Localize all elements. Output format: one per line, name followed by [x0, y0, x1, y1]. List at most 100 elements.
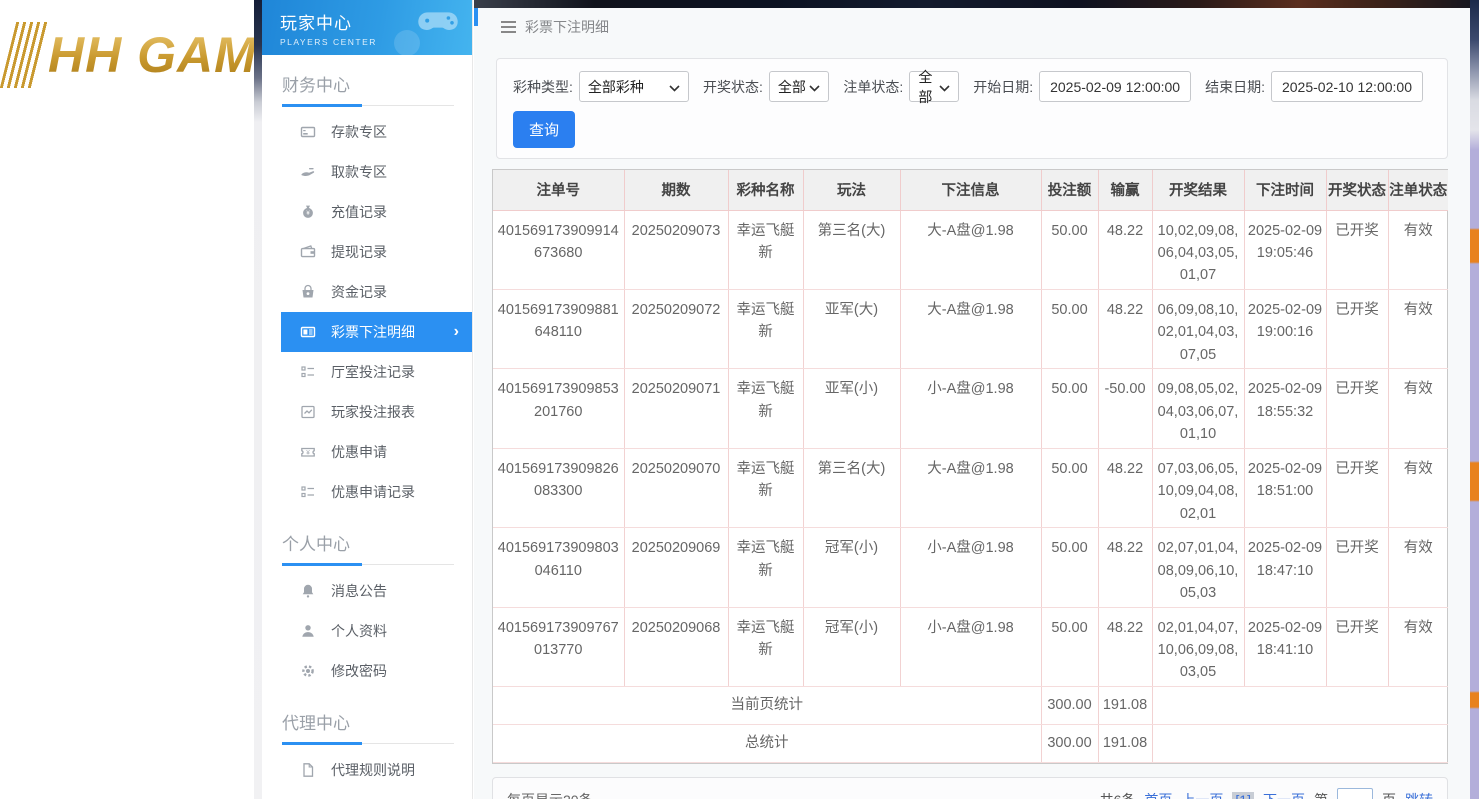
jump-link[interactable]: 跳转: [1405, 790, 1433, 799]
sidebar-item-change-password[interactable]: 修改密码: [262, 651, 472, 691]
start-date-input[interactable]: [1039, 71, 1191, 102]
total-count-label: 共6条: [1100, 790, 1136, 799]
cell-bet-amount: 50.00: [1041, 528, 1098, 607]
chevron-down-icon: [669, 79, 680, 95]
moneybag-icon: ¥: [300, 204, 316, 220]
cell-draw-status: 已开奖: [1326, 210, 1388, 289]
coupon-icon: ¥: [300, 444, 316, 460]
cell-play-type: 第三名(大): [803, 448, 900, 527]
cell-win-loss: 48.22: [1098, 607, 1152, 686]
cell-draw-result: 02,07,01,04,08,09,06,10,05,03: [1152, 528, 1244, 607]
sidebar-item-label: 提现记录: [331, 242, 387, 262]
sidebar-item-recharge-record[interactable]: ¥ 充值记录: [262, 192, 472, 232]
sidebar-item-player-bet-report[interactable]: 玩家投注报表: [262, 392, 472, 432]
cell-play-type: 冠军(小): [803, 528, 900, 607]
cell-play-type: 冠军(小): [803, 607, 900, 686]
page-stats-winloss-total: 191.08: [1098, 686, 1152, 724]
sidebar-item-withdraw[interactable]: 取款专区: [262, 152, 472, 192]
query-button[interactable]: 查询: [513, 111, 575, 148]
cell-lottery-name: 幸运飞艇新: [728, 369, 803, 448]
section-title-agent: 代理中心: [282, 709, 454, 744]
sidebar-item-lottery-bet-details[interactable]: 彩票下注明细 ›: [281, 312, 472, 352]
cell-bet-time: 2025-02-09 18:47:10: [1244, 528, 1326, 607]
cell-bet-amount: 50.00: [1041, 210, 1098, 289]
section-title-finance: 财务中心: [282, 71, 454, 106]
bet-details-table-panel: 注单号 期数 彩种名称 玩法 下注信息 投注额 输赢 开奖结果 下注时间 开奖状…: [492, 169, 1448, 764]
col-period: 期数: [624, 170, 728, 210]
cell-order-id: 401569173909767013770: [493, 607, 624, 686]
total-stats-winloss-total: 191.08: [1098, 724, 1152, 762]
sidebar-item-label: 厅室投注记录: [331, 362, 415, 382]
next-page-link[interactable]: 下一页: [1263, 790, 1305, 799]
page-stats-bet-total: 300.00: [1041, 686, 1098, 724]
total-stats-bet-total: 300.00: [1041, 724, 1098, 762]
cell-order-status: 有效: [1388, 289, 1448, 368]
cell-bet-time: 2025-02-09 18:55:32: [1244, 369, 1326, 448]
cell-order-status: 有效: [1388, 607, 1448, 686]
page-stats-row: 当前页统计 300.00 191.08: [493, 686, 1448, 724]
bell-icon: [300, 583, 316, 599]
sidebar-item-promo-apply[interactable]: ¥ 优惠申请: [262, 432, 472, 472]
sidebar-item-agent-rules[interactable]: 代理规则说明: [262, 750, 472, 790]
col-order-status: 注单状态: [1388, 170, 1448, 210]
col-bet-amount: 投注额: [1041, 170, 1098, 210]
cell-bet-info: 小-A盘@1.98: [900, 528, 1041, 607]
logo-stripes-decoration: [0, 22, 50, 88]
sidebar-item-label: 存款专区: [331, 122, 387, 142]
cell-win-loss: 48.22: [1098, 528, 1152, 607]
bet-details-table: 注单号 期数 彩种名称 玩法 下注信息 投注额 输赢 开奖结果 下注时间 开奖状…: [493, 170, 1448, 763]
cell-draw-result: 09,08,05,02,04,03,06,07,01,10: [1152, 369, 1244, 448]
total-stats-empty: [1152, 724, 1448, 762]
svg-text:¥: ¥: [306, 450, 310, 457]
chevron-down-icon: [939, 79, 950, 95]
cell-order-id: 401569173909853201760: [493, 369, 624, 448]
cell-bet-time: 2025-02-09 18:41:10: [1244, 607, 1326, 686]
cell-win-loss: 48.22: [1098, 289, 1152, 368]
lottery-type-value: 全部彩种: [588, 77, 644, 97]
cell-period: 20250209072: [624, 289, 728, 368]
per-page-label: 每页显示20条: [507, 790, 593, 799]
sidebar-item-promo-apply-record[interactable]: 优惠申请记录: [262, 472, 472, 512]
prev-page-link[interactable]: 上一页: [1181, 790, 1223, 799]
sidebar-item-withdraw-record[interactable]: 提现记录: [262, 232, 472, 272]
col-draw-status: 开奖状态: [1326, 170, 1388, 210]
lottery-type-select[interactable]: 全部彩种: [579, 71, 689, 102]
hamburger-menu-icon[interactable]: [501, 21, 516, 33]
order-status-value: 全部: [918, 67, 939, 107]
col-draw-result: 开奖结果: [1152, 170, 1244, 210]
page-suffix-label: 页: [1382, 790, 1396, 799]
sidebar-item-hall-bet-record[interactable]: 厅室投注记录: [262, 352, 472, 392]
finance-menu: 存款专区 取款专区 ¥ 充值记录 提现记录 资金记录 彩票下注明细 › 厅室投注…: [262, 106, 472, 514]
cell-play-type: 亚军(大): [803, 289, 900, 368]
first-page-link[interactable]: 首页: [1144, 790, 1172, 799]
cell-bet-time: 2025-02-09 19:05:46: [1244, 210, 1326, 289]
cell-win-loss: 48.22: [1098, 448, 1152, 527]
sidebar-item-fund-record[interactable]: 资金记录: [262, 272, 472, 312]
cell-period: 20250209071: [624, 369, 728, 448]
purse-icon: [300, 284, 316, 300]
lottery-list-icon: [300, 324, 316, 340]
cell-draw-status: 已开奖: [1326, 289, 1388, 368]
sidebar-item-agent-team-stats[interactable]: 代理团队统计: [262, 790, 472, 799]
sidebar-item-deposit[interactable]: 存款专区: [262, 112, 472, 152]
order-status-select[interactable]: 全部: [909, 71, 959, 102]
end-date-input[interactable]: [1271, 71, 1423, 102]
page-jump-input[interactable]: [1337, 788, 1373, 799]
filter-panel: 彩种类型: 全部彩种 开奖状态: 全部 注单状态: 全部 开始日期: 结束日期:…: [496, 58, 1448, 159]
sidebar-item-announcements[interactable]: 消息公告: [262, 571, 472, 611]
cell-bet-info: 大-A盘@1.98: [900, 210, 1041, 289]
draw-status-select[interactable]: 全部: [769, 71, 830, 102]
sidebar-item-label: 充值记录: [331, 202, 387, 222]
table-row: 401569173909881648110 20250209072 幸运飞艇新 …: [493, 289, 1448, 368]
cell-bet-info: 小-A盘@1.98: [900, 369, 1041, 448]
col-order-id: 注单号: [493, 170, 624, 210]
sidebar-item-profile[interactable]: 个人资料: [262, 611, 472, 651]
cell-order-id: 401569173909803046110: [493, 528, 624, 607]
cell-bet-time: 2025-02-09 18:51:00: [1244, 448, 1326, 527]
col-play-type: 玩法: [803, 170, 900, 210]
person-icon: [300, 623, 316, 639]
logo-area: HH GAME: [0, 0, 254, 110]
sidebar: 玩家中心 PLAYERS CENTER 财务中心 存款专区 取款专区 ¥ 充值记…: [262, 0, 473, 799]
page-title: 彩票下注明细: [525, 17, 609, 37]
current-page-indicator[interactable]: [1]: [1232, 792, 1254, 799]
